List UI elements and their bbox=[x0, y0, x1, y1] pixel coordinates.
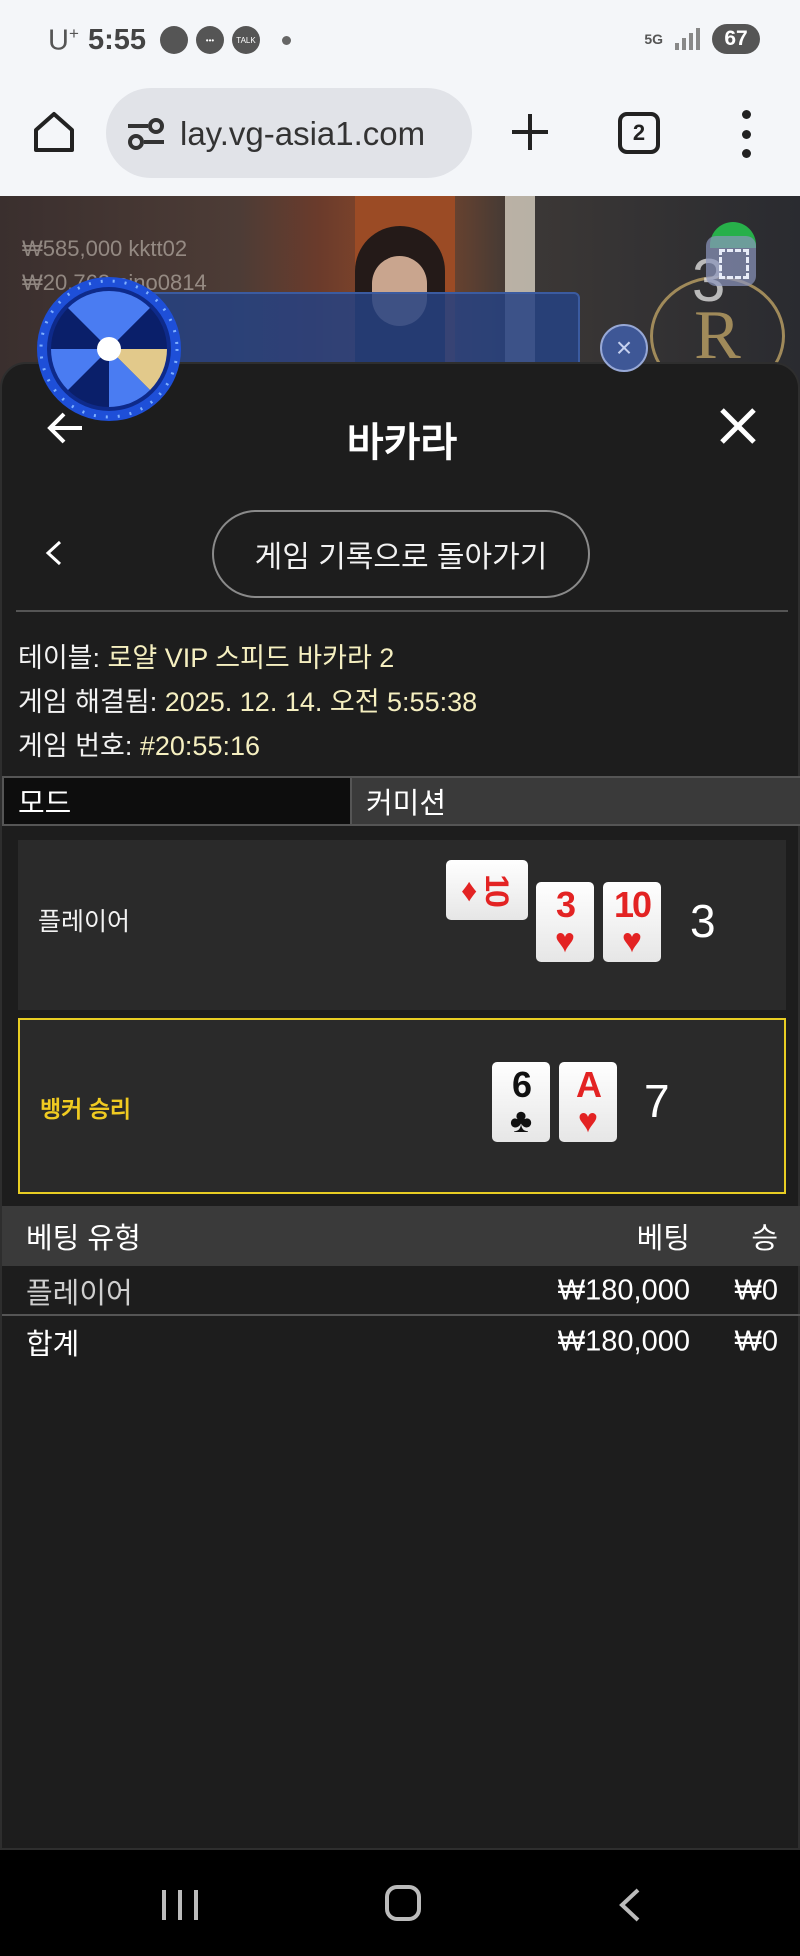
table-value: 로얄 VIP 스피드 바카라 2 bbox=[107, 643, 395, 673]
close-icon[interactable]: × bbox=[600, 324, 648, 372]
chat-icon: ••• bbox=[196, 26, 224, 54]
banker-hand: 뱅커 승리 6 ♣ A ♥ 7 bbox=[18, 1018, 786, 1194]
card-suit: ♥ bbox=[621, 922, 643, 960]
mode-column: 모드 bbox=[2, 776, 352, 826]
player-score: 3 bbox=[690, 895, 716, 947]
tab-switcher-button[interactable]: 2 bbox=[618, 112, 660, 154]
card-rank: 10 bbox=[479, 874, 516, 906]
new-tab-icon[interactable] bbox=[506, 108, 554, 156]
return-to-history-button[interactable]: 게임 기록으로 돌아가기 bbox=[212, 510, 590, 598]
total-label: 합계 bbox=[26, 1329, 80, 1361]
bonus-wheel-icon[interactable] bbox=[34, 274, 184, 424]
divider bbox=[16, 610, 788, 612]
back-nav-icon[interactable] bbox=[614, 1886, 644, 1924]
signal-icon bbox=[675, 28, 700, 50]
win-header: 승 bbox=[751, 1223, 778, 1255]
pill-icon bbox=[160, 26, 188, 54]
kakaotalk-icon: TALK bbox=[232, 26, 260, 54]
player-label: 플레이어 bbox=[38, 908, 131, 936]
table-label: 테이블: bbox=[18, 643, 108, 673]
home-nav-icon[interactable] bbox=[385, 1885, 421, 1921]
commission-column: 커미션 bbox=[352, 776, 800, 826]
banker-score: 7 bbox=[644, 1075, 670, 1127]
game-history-panel: 바카라 게임 기록으로 돌아가기 테이블: 로얄 VIP 스피드 바카라 2 게… bbox=[0, 362, 800, 1850]
card-rank: 10 bbox=[613, 884, 652, 925]
carrier-sup: + bbox=[68, 24, 79, 43]
bet-amount-header: 베팅 bbox=[636, 1223, 690, 1255]
url-text[interactable]: lay.vg-asia1.com bbox=[180, 115, 460, 153]
table-info: 테이블: 로얄 VIP 스피드 바카라 2 bbox=[18, 636, 394, 675]
banker-win-label: 뱅커 승리 bbox=[40, 1096, 132, 1122]
carrier-label: U+ bbox=[48, 24, 79, 58]
win-cell: ₩0 bbox=[734, 1274, 779, 1307]
address-bar[interactable]: lay.vg-asia1.com bbox=[106, 88, 472, 178]
total-row: 합계 ₩180,000 ₩0 bbox=[2, 1318, 800, 1366]
chevron-left-icon[interactable] bbox=[42, 538, 66, 568]
site-settings-icon[interactable] bbox=[126, 116, 166, 152]
game-number-value: #20:55:16 bbox=[139, 731, 260, 761]
fullscreen-icon[interactable] bbox=[706, 236, 756, 286]
bet-amount-cell: ₩180,000 bbox=[557, 1274, 690, 1307]
battery-icon: 67 bbox=[712, 24, 760, 54]
browser-toolbar: lay.vg-asia1.com 2 bbox=[0, 86, 800, 196]
settled-value: 2025. 12. 14. 오전 5:55:38 bbox=[164, 687, 478, 717]
playing-card: 10 ♥ bbox=[603, 882, 661, 962]
system-indicators: 5G 67 bbox=[644, 24, 760, 54]
more-menu-icon[interactable] bbox=[736, 110, 756, 158]
card-rank: 3 bbox=[555, 884, 576, 925]
card-suit: ♥ bbox=[554, 922, 576, 960]
card-suit: ♥ bbox=[577, 1102, 599, 1140]
card-rank: A bbox=[576, 1064, 602, 1105]
more-notifications-dot bbox=[282, 35, 291, 45]
status-bar: U+ 5:55 ••• TALK 5G 67 bbox=[0, 0, 800, 86]
system-nav-bar bbox=[0, 1850, 800, 1956]
bets-table-header: 베팅 유형 베팅 승 bbox=[2, 1206, 800, 1266]
game-number-label: 게임 번호: bbox=[18, 731, 140, 761]
settled-label: 게임 해결됨: bbox=[18, 687, 165, 717]
clock: 5:55 bbox=[88, 24, 147, 56]
close-icon[interactable] bbox=[718, 406, 758, 446]
winner-ticker: ₩585,000 kktt02 bbox=[22, 236, 188, 261]
game-number-info: 게임 번호: #20:55:16 bbox=[18, 724, 260, 763]
bet-type-cell: 플레이어 bbox=[26, 1278, 133, 1310]
player-hand: 플레이어 ♦ 10 3 ♥ 10 ♥ 3 bbox=[18, 840, 786, 1010]
playing-card: 3 ♥ bbox=[536, 882, 594, 962]
bet-type-header: 베팅 유형 bbox=[26, 1223, 141, 1255]
card-suit: ♦ bbox=[461, 872, 478, 908]
settled-info: 게임 해결됨: 2025. 12. 14. 오전 5:55:38 bbox=[18, 680, 477, 719]
playing-card: 6 ♣ bbox=[492, 1062, 550, 1142]
playing-card: A ♥ bbox=[559, 1062, 617, 1142]
mode-commission-header: 모드 커미션 bbox=[2, 776, 800, 826]
network-type-icon: 5G bbox=[644, 31, 663, 47]
total-bet: ₩180,000 bbox=[557, 1325, 690, 1358]
carrier-text: U bbox=[48, 24, 69, 57]
table-row: 플레이어 ₩180,000 ₩0 bbox=[2, 1268, 800, 1316]
home-icon[interactable] bbox=[30, 108, 78, 156]
card-rank: 6 bbox=[511, 1064, 532, 1105]
playing-card: ♦ 10 bbox=[446, 860, 528, 920]
recents-icon[interactable] bbox=[162, 1890, 198, 1920]
card-suit: ♣ bbox=[509, 1102, 533, 1140]
notification-icons: ••• TALK bbox=[160, 26, 291, 54]
total-win: ₩0 bbox=[734, 1325, 779, 1358]
